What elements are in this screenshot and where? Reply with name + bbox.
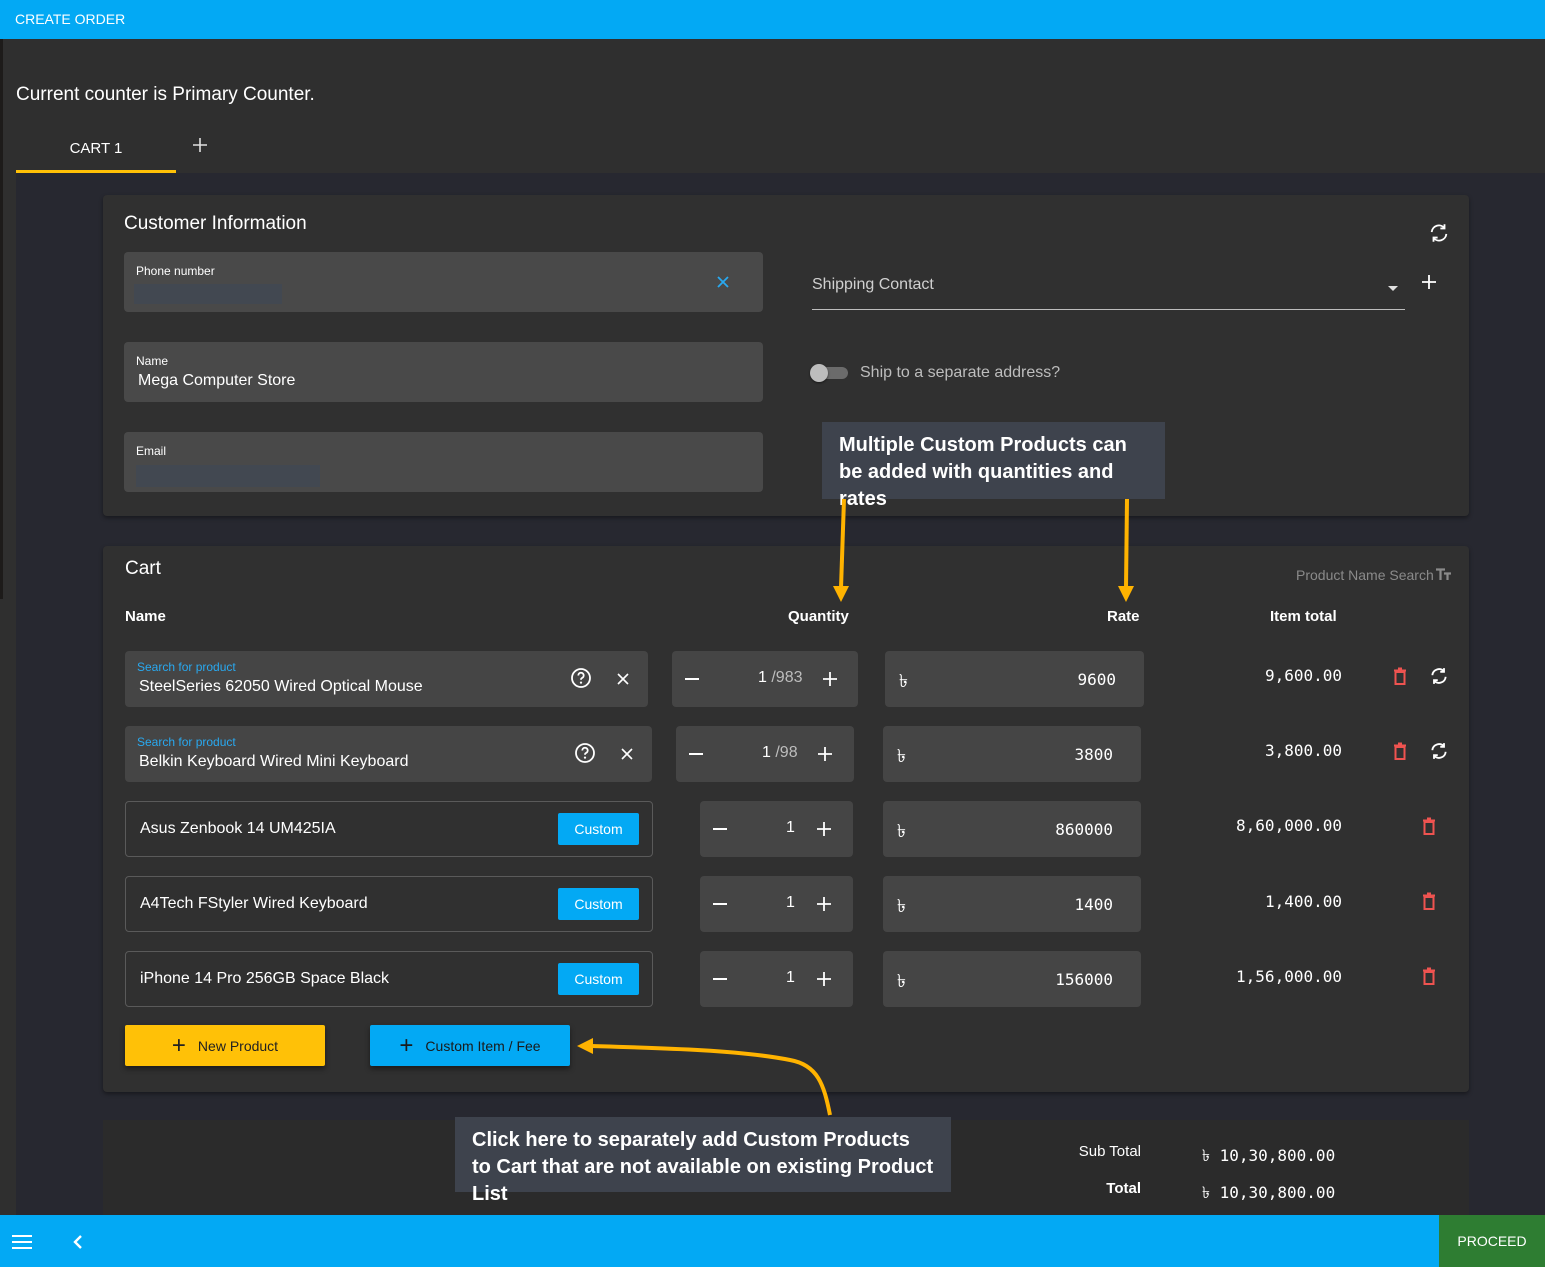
- arrow-to-rate: [1118, 498, 1134, 602]
- annotation-arrows: [577, 498, 1134, 1116]
- bottom-toolbar: [0, 1215, 1545, 1267]
- arrow-to-quantity: [833, 498, 849, 602]
- proceed-button[interactable]: PROCEED: [1439, 1215, 1545, 1267]
- chevron-left-icon: [73, 1235, 82, 1249]
- hamburger-menu-icon: [12, 1235, 32, 1249]
- arrow-to-custom-item: [577, 1038, 832, 1116]
- menu-button[interactable]: [8, 1229, 36, 1255]
- back-button[interactable]: [66, 1229, 90, 1255]
